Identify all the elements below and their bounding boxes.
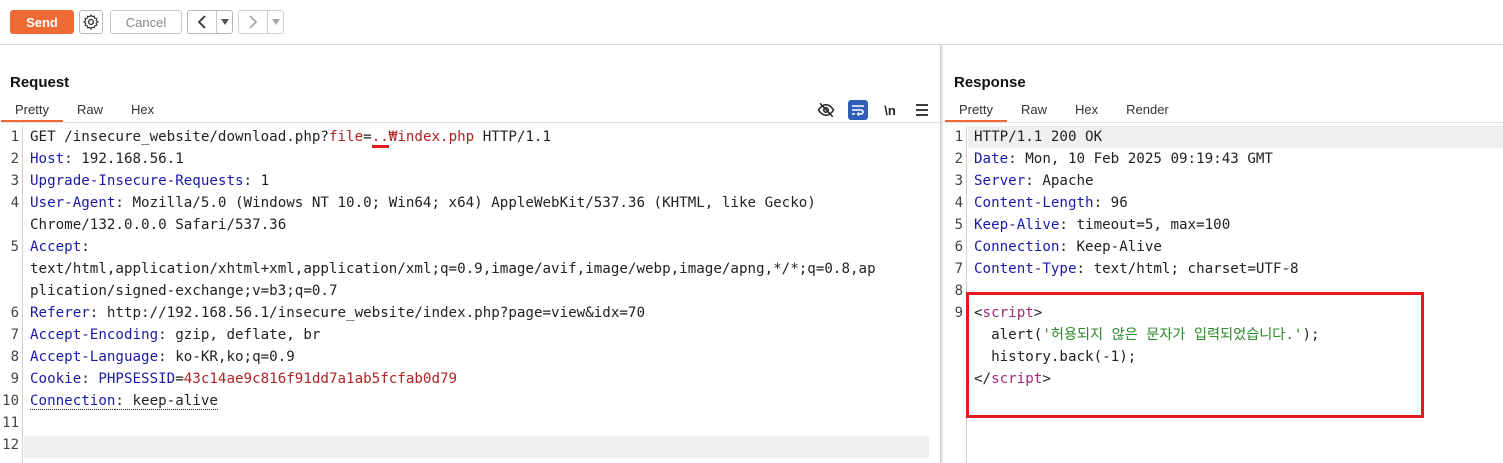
- request-gutter: 1 2 3 4 5 6 7 8 9 10 11 12: [0, 126, 23, 463]
- code-line: Upgrade-Insecure-Requests: 1: [30, 173, 270, 189]
- tab-render[interactable]: Render: [1112, 100, 1183, 122]
- line-number: 7: [954, 261, 963, 277]
- tab-raw[interactable]: Raw: [1007, 100, 1061, 122]
- wrap-icon[interactable]: [848, 100, 868, 120]
- code-line: Server: Apache: [974, 173, 1094, 189]
- line-number: 1: [10, 129, 19, 145]
- line-number: 4: [954, 195, 963, 211]
- path-traversal-dots: ..: [371, 129, 389, 148]
- send-button[interactable]: Send: [10, 10, 74, 34]
- line-number: 6: [10, 305, 19, 321]
- code-line: User-Agent: Mozilla/5.0 (Windows NT 10.0…: [30, 195, 816, 211]
- line-number: 7: [10, 327, 19, 343]
- line-number: 4: [10, 195, 19, 211]
- code-line: Connection: Keep-Alive: [974, 239, 1162, 255]
- chevron-right-icon: [249, 15, 258, 29]
- request-code: GET /insecure_website/download.php?file=…: [30, 126, 930, 456]
- request-editor[interactable]: 1 2 3 4 5 6 7 8 9 10 11 12 GET /insecure…: [0, 126, 938, 463]
- code-line: Connection: keep-alive: [30, 393, 218, 410]
- code-line: Accept-Language: ko-KR,ko;q=0.9: [30, 349, 295, 365]
- code-line: Host: 192.168.56.1: [30, 151, 184, 167]
- line-number: 9: [10, 371, 19, 387]
- code-line: text/html,application/xhtml+xml,applicat…: [30, 261, 876, 277]
- line-number: 12: [2, 437, 19, 453]
- response-tabs: Pretty Raw Hex Render: [945, 100, 1183, 122]
- forward-nav[interactable]: [238, 10, 284, 34]
- cancel-button[interactable]: Cancel: [110, 10, 182, 34]
- line-number: 3: [954, 173, 963, 189]
- chevron-left-icon: [197, 15, 206, 29]
- code-line: GET /insecure_website/download.php?file=…: [30, 126, 551, 148]
- line-number: 2: [10, 151, 19, 167]
- line-number: 8: [954, 283, 963, 299]
- request-editor-tools: \n: [816, 100, 932, 120]
- response-gutter: 1 2 3 4 5 6 7 8 9: [944, 126, 967, 463]
- line-number: 5: [10, 239, 19, 255]
- back-button[interactable]: [188, 11, 216, 33]
- eye-off-icon[interactable]: [816, 100, 836, 120]
- forward-button[interactable]: [239, 11, 267, 33]
- menu-icon[interactable]: [912, 100, 932, 120]
- tab-pretty[interactable]: Pretty: [945, 100, 1007, 122]
- response-title: Response: [954, 74, 1026, 91]
- request-tabs: Pretty Raw Hex: [1, 100, 168, 122]
- code-line: Accept:: [30, 239, 90, 255]
- gear-icon: [83, 14, 99, 30]
- request-tab-divider: [0, 122, 940, 123]
- toolbar: Send Cancel: [0, 0, 1503, 45]
- code-line: Date: Mon, 10 Feb 2025 09:19:43 GMT: [974, 151, 1273, 167]
- request-title: Request: [10, 74, 70, 91]
- tab-hex[interactable]: Hex: [117, 100, 168, 122]
- code-line: Cookie: PHPSESSID=43c14ae9c816f91dd7a1ab…: [30, 371, 458, 387]
- back-nav[interactable]: [187, 10, 233, 34]
- response-tab-divider: [943, 122, 1503, 123]
- tab-pretty[interactable]: Pretty: [1, 100, 63, 122]
- code-line: Chrome/132.0.0.0 Safari/537.36: [30, 217, 287, 233]
- tab-raw[interactable]: Raw: [63, 100, 117, 122]
- line-number: 2: [954, 151, 963, 167]
- code-line: plication/signed-exchange;v=b3;q=0.7: [30, 283, 338, 299]
- forward-history-dropdown[interactable]: [267, 11, 283, 33]
- line-number: 11: [2, 415, 19, 431]
- line-number: 3: [10, 173, 19, 189]
- caret-down-icon: [271, 19, 280, 25]
- line-number: 5: [954, 217, 963, 233]
- code-line: Content-Type: text/html; charset=UTF-8: [974, 261, 1299, 277]
- line-number: 8: [10, 349, 19, 365]
- settings-button[interactable]: [79, 10, 103, 34]
- code-line: HTTP/1.1 200 OK: [974, 129, 1103, 145]
- code-line: Content-Length: 96: [974, 195, 1128, 211]
- code-line: Accept-Encoding: gzip, deflate, br: [30, 327, 321, 343]
- tab-hex[interactable]: Hex: [1061, 100, 1112, 122]
- code-line: Referer: http://192.168.56.1/insecure_we…: [30, 305, 646, 321]
- line-number: 9: [954, 305, 963, 321]
- highlight-box: [966, 292, 1424, 418]
- newline-icon[interactable]: \n: [880, 100, 900, 120]
- line-number: 6: [954, 239, 963, 255]
- line-number: 1: [954, 129, 963, 145]
- code-line: Keep-Alive: timeout=5, max=100: [974, 217, 1231, 233]
- back-history-dropdown[interactable]: [216, 11, 232, 33]
- caret-down-icon: [220, 19, 229, 25]
- line-number: 10: [2, 393, 19, 409]
